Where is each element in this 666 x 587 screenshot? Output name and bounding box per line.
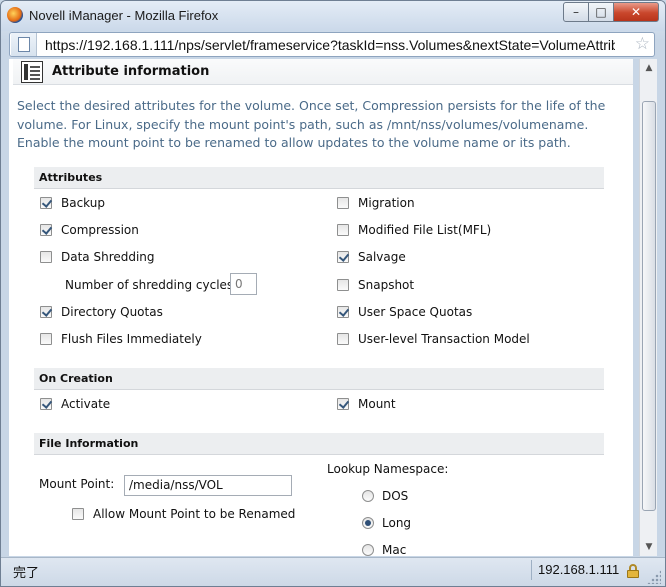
scroll-up-icon[interactable]: ▲ (641, 60, 657, 76)
lock-icon[interactable] (627, 564, 639, 578)
namespace-mac-label: Mac (382, 543, 407, 556)
page-description: Select the desired attributes for the vo… (17, 98, 606, 150)
snapshot-checkbox[interactable] (337, 279, 349, 291)
namespace-mac-radio[interactable] (362, 544, 374, 556)
namespace-long-radio[interactable] (362, 517, 374, 529)
data-shredding-label: Data Shredding (61, 250, 155, 264)
user-level-transaction-model-label: User-level Transaction Model (358, 332, 530, 346)
modified-file-list-checkbox[interactable] (337, 224, 349, 236)
modified-file-list-option[interactable]: Modified File List(MFL) (337, 223, 491, 237)
migration-checkbox[interactable] (337, 197, 349, 209)
mount-checkbox[interactable] (337, 398, 349, 410)
directory-quotas-label: Directory Quotas (61, 305, 163, 319)
section-on-creation: On Creation (34, 368, 604, 390)
firefox-icon (7, 7, 23, 23)
snapshot-label: Snapshot (358, 278, 415, 292)
user-space-quotas-label: User Space Quotas (358, 305, 473, 319)
site-identity-icon[interactable] (11, 33, 37, 56)
mount-point-label: Mount Point: (39, 477, 115, 491)
page-header: Attribute information (13, 59, 633, 85)
lookup-namespace-label: Lookup Namespace: (327, 462, 449, 476)
shredding-cycles-label: Number of shredding cycles: (65, 278, 238, 292)
vertical-scrollbar[interactable]: ▲ ▼ (639, 59, 657, 556)
backup-label: Backup (61, 196, 105, 210)
namespace-option-long[interactable]: Long (362, 516, 411, 530)
minimize-button[interactable]: – (563, 2, 589, 22)
status-host: 192.168.1.111 (538, 562, 620, 577)
status-text: 完了 (13, 565, 40, 580)
data-shredding-option[interactable]: Data Shredding (40, 250, 155, 264)
url-bar[interactable]: https://192.168.1.111/nps/servlet/frames… (9, 32, 655, 57)
directory-quotas-option[interactable]: Directory Quotas (40, 305, 163, 319)
namespace-dos-radio[interactable] (362, 490, 374, 502)
flush-files-checkbox[interactable] (40, 333, 52, 345)
scroll-thumb[interactable] (642, 101, 656, 511)
activate-option[interactable]: Activate (40, 397, 110, 411)
allow-rename-label: Allow Mount Point to be Renamed (93, 507, 296, 521)
window-title: Novell iManager - Mozilla Firefox (29, 8, 219, 23)
maximize-button[interactable]: □ (588, 2, 614, 22)
section-attributes: Attributes (34, 167, 604, 189)
status-bar: 完了 192.168.1.111 (1, 557, 665, 586)
title-bar: Novell iManager - Mozilla Firefox – □ ✕ (1, 1, 665, 31)
user-space-quotas-option[interactable]: User Space Quotas (337, 305, 472, 319)
migration-option[interactable]: Migration (337, 196, 415, 210)
flush-files-option[interactable]: Flush Files Immediately (40, 332, 202, 346)
activate-label: Activate (61, 397, 111, 411)
migration-label: Migration (358, 196, 415, 210)
browser-window: Novell iManager - Mozilla Firefox – □ ✕ … (0, 0, 666, 587)
close-button[interactable]: ✕ (613, 2, 659, 22)
shredding-cycles-input[interactable]: 0 (230, 273, 257, 295)
backup-checkbox[interactable] (40, 197, 52, 209)
salvage-checkbox[interactable] (337, 251, 349, 263)
backup-option[interactable]: Backup (40, 196, 105, 210)
scroll-down-icon[interactable]: ▼ (641, 539, 657, 555)
mount-label: Mount (358, 397, 396, 411)
modified-file-list-label: Modified File List(MFL) (358, 223, 492, 237)
user-level-transaction-model-checkbox[interactable] (337, 333, 349, 345)
allow-rename-option[interactable]: Allow Mount Point to be Renamed (72, 507, 295, 521)
compression-checkbox[interactable] (40, 224, 52, 236)
url-text[interactable]: https://192.168.1.111/nps/servlet/frames… (45, 37, 615, 53)
salvage-option[interactable]: Salvage (337, 250, 406, 264)
activate-checkbox[interactable] (40, 398, 52, 410)
compression-label: Compression (61, 223, 139, 237)
flush-files-label: Flush Files Immediately (61, 332, 202, 346)
resize-grip-icon[interactable] (647, 570, 661, 584)
section-file-information: File Information (34, 433, 604, 455)
page-content: Attribute information Select the desired… (9, 59, 633, 556)
data-shredding-checkbox[interactable] (40, 251, 52, 263)
compression-option[interactable]: Compression (40, 223, 139, 237)
directory-quotas-checkbox[interactable] (40, 306, 52, 318)
user-level-transaction-model-option[interactable]: User-level Transaction Model (337, 332, 530, 346)
bookmark-star-icon[interactable]: ☆ (635, 33, 650, 56)
namespace-dos-label: DOS (382, 489, 409, 503)
salvage-label: Salvage (358, 250, 406, 264)
allow-rename-checkbox[interactable] (72, 508, 84, 520)
snapshot-option[interactable]: Snapshot (337, 278, 414, 292)
mount-point-input[interactable]: /media/nss/VOL (124, 475, 292, 496)
namespace-option-mac[interactable]: Mac (362, 543, 406, 556)
user-space-quotas-checkbox[interactable] (337, 306, 349, 318)
page-title: Attribute information (52, 64, 210, 79)
attribute-info-icon (21, 60, 43, 83)
namespace-long-label: Long (382, 516, 412, 530)
status-separator (531, 560, 532, 580)
namespace-option-dos[interactable]: DOS (362, 489, 408, 503)
mount-option[interactable]: Mount (337, 397, 396, 411)
